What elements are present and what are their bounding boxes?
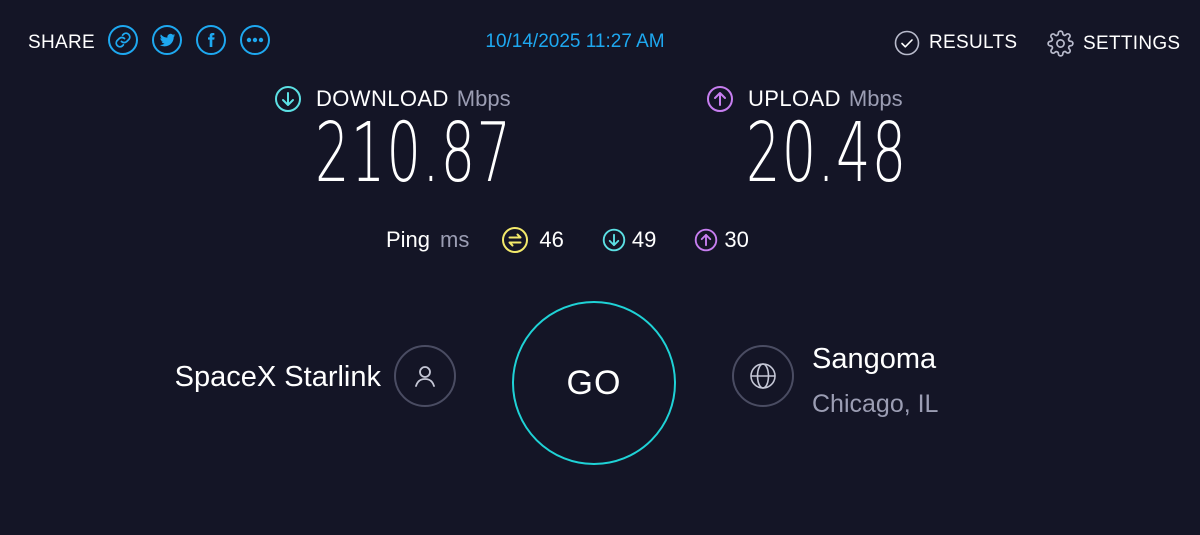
share-more-button[interactable] bbox=[240, 25, 270, 55]
ping-row: Ping ms 46 49 30 bbox=[386, 226, 749, 254]
ping-upload: 30 bbox=[694, 227, 749, 253]
facebook-icon bbox=[208, 33, 215, 47]
ping-upload-value: 30 bbox=[724, 227, 749, 252]
twitter-icon bbox=[159, 33, 175, 46]
upload-latency-icon bbox=[695, 228, 718, 252]
download-arrow-icon bbox=[275, 86, 301, 112]
link-icon bbox=[115, 32, 131, 48]
upload-arrow-icon bbox=[707, 86, 733, 112]
results-button[interactable]: RESULTS bbox=[894, 30, 1017, 56]
ping-download-value: 49 bbox=[631, 227, 657, 252]
go-button-label: GO bbox=[566, 363, 622, 402]
server-location[interactable]: Chicago, IL bbox=[812, 390, 938, 419]
settings-label: SETTINGS bbox=[1083, 32, 1181, 54]
share-twitter-button[interactable] bbox=[152, 25, 182, 55]
ping-idle-value: 46 bbox=[539, 227, 564, 252]
share-label: SHARE bbox=[28, 32, 95, 53]
check-circle-icon bbox=[894, 30, 920, 56]
server-button[interactable] bbox=[732, 345, 794, 407]
download-speed-value: 210.87 bbox=[315, 106, 513, 201]
ping-label: Ping bbox=[386, 227, 431, 252]
more-icon bbox=[246, 37, 264, 43]
share-facebook-button[interactable] bbox=[196, 25, 226, 55]
ping-download: 49 bbox=[602, 227, 656, 253]
isp-name[interactable]: SpaceX Starlink bbox=[175, 361, 381, 394]
test-timestamp: 10/14/2025 11:27 AM bbox=[485, 31, 665, 52]
settings-button[interactable]: SETTINGS bbox=[1047, 30, 1180, 57]
server-name[interactable]: Sangoma bbox=[812, 343, 936, 376]
download-latency-icon bbox=[602, 228, 626, 252]
ping-idle: 46 bbox=[501, 226, 564, 254]
share-link-button[interactable] bbox=[108, 25, 138, 55]
isp-button[interactable] bbox=[394, 345, 456, 407]
globe-icon bbox=[750, 363, 776, 389]
go-button[interactable]: GO bbox=[512, 301, 676, 465]
results-label: RESULTS bbox=[929, 32, 1018, 53]
user-icon bbox=[415, 366, 435, 387]
upload-speed-value: 20.48 bbox=[746, 106, 908, 201]
gear-icon bbox=[1047, 30, 1074, 57]
idle-latency-icon bbox=[502, 227, 529, 253]
ping-unit: ms bbox=[440, 227, 470, 252]
